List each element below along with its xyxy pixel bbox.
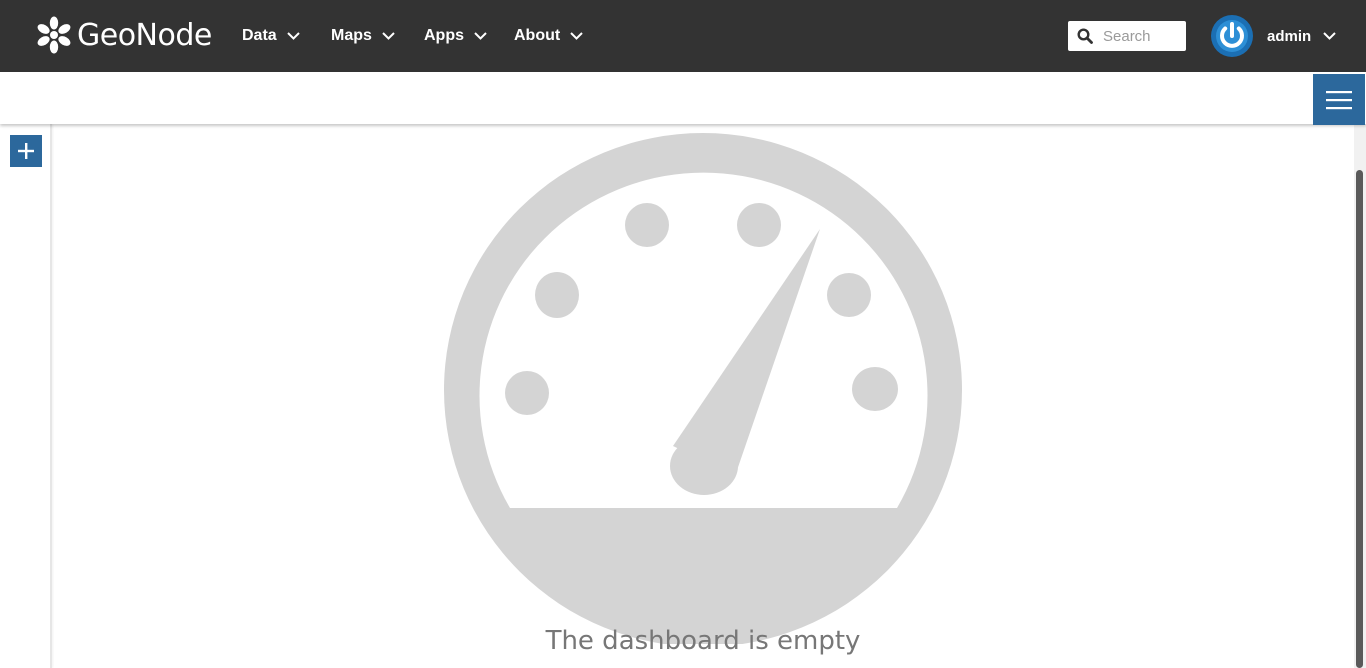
nav-menu-label: Maps [331,27,372,44]
nav-menu-data[interactable]: Data [242,22,300,50]
chevron-down-icon [382,32,395,40]
nav-menu-about[interactable]: About [514,22,583,50]
search-input[interactable] [1103,27,1183,45]
side-panel [0,124,52,668]
vertical-scrollbar[interactable] [1354,124,1366,668]
chevron-down-icon [286,32,300,40]
search-box [1068,21,1186,51]
top-navbar: GeoNode Data Maps Apps About Search admi… [0,0,1366,72]
geonode-flower-icon [37,16,71,54]
plus-icon [18,143,34,159]
search-icon[interactable] [1077,28,1093,44]
dashboard-canvas: The dashboard is empty [54,124,1354,668]
brand-name: GeoNode [77,17,212,53]
geonode-logo[interactable]: GeoNode [34,12,212,58]
nav-menu-label: Data [242,27,277,44]
nav-menu-label: Apps [424,27,464,44]
user-name: admin [1267,27,1312,45]
nav-menu-maps[interactable]: Maps [331,22,395,50]
chevron-down-icon [474,32,487,40]
empty-dashboard-message: The dashboard is empty [545,626,861,656]
avatar[interactable] [1211,15,1253,57]
dashboard-gauge-icon [444,133,962,644]
nav-menu-label: About [514,27,561,44]
user-menu[interactable]: admin [1211,15,1336,57]
dashboard-toolbar [0,72,1366,125]
scrollbar-thumb[interactable] [1356,170,1363,668]
add-widget-button[interactable] [10,135,42,167]
chevron-down-icon [570,32,583,40]
hamburger-icon [1326,90,1352,109]
nav-menu-apps[interactable]: Apps [424,22,487,50]
menu-button[interactable] [1313,74,1365,125]
chevron-down-icon [1323,32,1336,40]
